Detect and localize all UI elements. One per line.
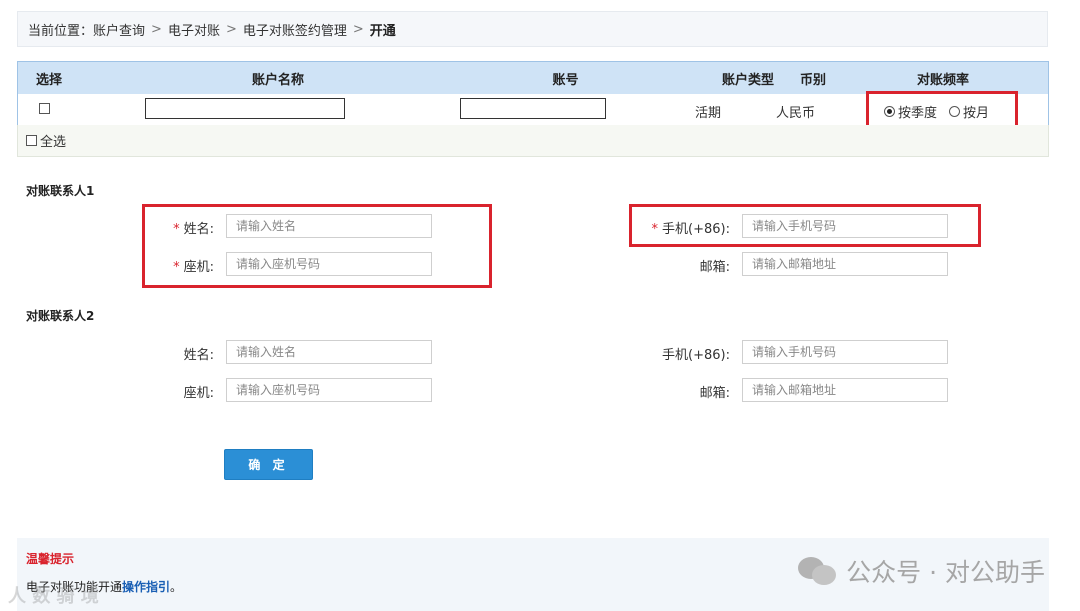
confirm-button[interactable]: 确 定 — [224, 449, 313, 480]
currency-value: 人民币 — [775, 106, 815, 121]
breadcrumb-current: 开通 — [369, 23, 396, 39]
select-all-checkbox[interactable] — [26, 135, 37, 146]
watermark-text: 公众号 · 对公助手 — [846, 558, 1045, 587]
contact2-email-input[interactable] — [742, 378, 948, 402]
contact2-landline-input[interactable] — [226, 378, 432, 402]
header-select: 选择 — [36, 72, 63, 88]
account-type-value: 活期 — [694, 106, 721, 121]
breadcrumb-separator-icon: > — [352, 21, 364, 37]
contact2-name-input[interactable] — [226, 340, 432, 364]
operation-guide-link[interactable]: 操作指引 — [122, 580, 170, 594]
contact1-email-input[interactable] — [742, 252, 948, 276]
breadcrumb-separator-icon: > — [151, 21, 162, 37]
header-account-name: 账户名称 — [251, 72, 304, 88]
contact2-mobile-label: 手机(+86): — [662, 348, 730, 363]
wechat-icon — [798, 555, 838, 587]
breadcrumb: 当前位置： 账户查询 > 电子对账 > 电子对账签约管理 > 开通 — [17, 11, 1048, 47]
breadcrumb-item-e-reconciliation[interactable]: 电子对账 — [168, 20, 220, 39]
select-all-bar: 全选 — [17, 125, 1049, 157]
contact2-mobile-input[interactable] — [742, 340, 948, 364]
account-name-field[interactable] — [145, 98, 345, 119]
watermark-corner: 人 数 骑 境 — [8, 586, 99, 607]
contact1-email-label: 邮箱: — [699, 260, 730, 275]
breadcrumb-item-account-query[interactable]: 账户查询 — [93, 20, 145, 39]
contact1-title: 对账联系人1 — [26, 184, 95, 198]
contact2-name-label: 姓名: — [183, 348, 214, 363]
select-all-label[interactable]: 全选 — [40, 131, 66, 150]
contact1-name-highlight-box — [142, 204, 492, 288]
table-header: 选择 账户名称 账号 账户类型 币别 对账频率 — [18, 62, 1048, 94]
breadcrumb-separator-icon: > — [225, 21, 237, 37]
header-account-no: 账号 — [552, 72, 579, 88]
watermark: 公众号 · 对公助手 — [798, 553, 1045, 589]
contact1-mobile-highlight-box — [629, 204, 981, 247]
contact2-email-label: 邮箱: — [699, 386, 730, 401]
account-no-field[interactable] — [460, 98, 606, 119]
tips-title: 温馨提示 — [26, 552, 75, 566]
breadcrumb-item-signing-management[interactable]: 电子对账签约管理 — [243, 20, 347, 39]
contact2-title: 对账联系人2 — [26, 309, 95, 323]
header-currency: 币别 — [799, 72, 826, 88]
contact2-landline-label: 座机: — [183, 386, 214, 401]
header-frequency: 对账频率 — [916, 72, 969, 88]
row-checkbox[interactable] — [39, 103, 50, 114]
breadcrumb-prefix: 当前位置： — [28, 23, 94, 39]
